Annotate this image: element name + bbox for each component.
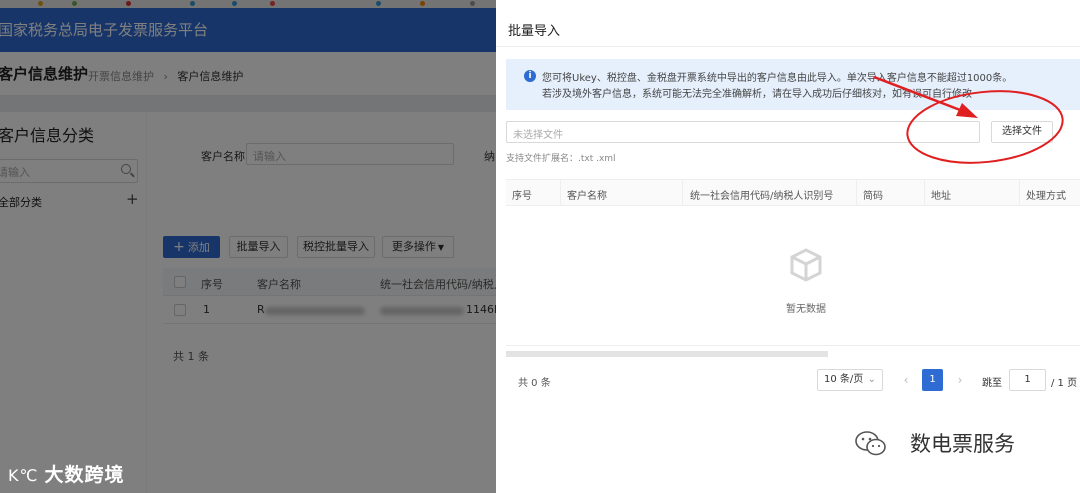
empty-box-icon [790,248,822,282]
page-1-button[interactable]: 1 [922,369,943,391]
info-line-2: 若涉及境外客户信息，系统可能无法完全准确解析，请在导入成功后仔细核对，如有误可自… [542,89,972,100]
jump-label: 跳至 [982,378,1002,389]
import-table-header: 序号 客户名称 统一社会信用代码/纳税人识别号 简码 地址 处理方式 [506,179,1080,206]
drawer-divider [496,46,1080,47]
col-sep [924,180,925,206]
col-address: 地址 [931,191,951,202]
page-size-select[interactable]: 10 条/页 ⌄ [817,369,883,391]
modal-overlay[interactable] [0,0,496,493]
watermark-right: 数电票服务 [910,432,1015,456]
horizontal-scrollbar[interactable] [506,351,828,357]
page-size-value: 10 条/页 [824,374,864,385]
file-placeholder: 未选择文件 [513,130,563,141]
prev-page-icon[interactable]: ‹ [899,369,913,391]
wechat-icon [855,431,886,456]
drawer-title: 批量导入 [508,24,561,39]
watermark-left: K℃ 大数跨境 [8,460,124,487]
empty-text: 暂无数据 [786,304,826,315]
col-name: 客户名称 [567,191,607,202]
watermark-left-text: 大数跨境 [44,464,125,486]
total-pages: / 1 页 [1051,378,1078,389]
info-icon: i [524,70,536,82]
chevron-down-icon: ⌄ [867,374,876,385]
batch-import-drawer: 批量导入 i 您可将Ukey、税控盘、金税盘开票系统中导出的客户信息由此导入。单… [496,0,1080,493]
choose-file-button[interactable]: 选择文件 [991,121,1053,143]
info-alert: i 您可将Ukey、税控盘、金税盘开票系统中导出的客户信息由此导入。单次导入客户… [506,59,1080,110]
file-name-input[interactable]: 未选择文件 [506,121,980,143]
col-sep [1019,180,1020,206]
col-index: 序号 [512,191,532,202]
col-action: 处理方式 [1026,191,1066,202]
table-bottom-line [506,345,1080,346]
col-sep [682,180,683,206]
brand-logo-icon: K℃ [8,466,39,485]
info-line-1: 您可将Ukey、税控盘、金税盘开票系统中导出的客户信息由此导入。单次导入客户信息… [542,73,1013,84]
col-sep [856,180,857,206]
col-code: 统一社会信用代码/纳税人识别号 [690,191,834,202]
col-shortcode: 简码 [863,191,883,202]
jump-page-input[interactable]: 1 [1009,369,1046,391]
import-total: 共 0 条 [518,378,551,389]
col-sep [560,180,561,206]
next-page-icon[interactable]: › [953,369,967,391]
supported-extensions: 支持文件扩展名：.txt .xml [506,154,616,164]
